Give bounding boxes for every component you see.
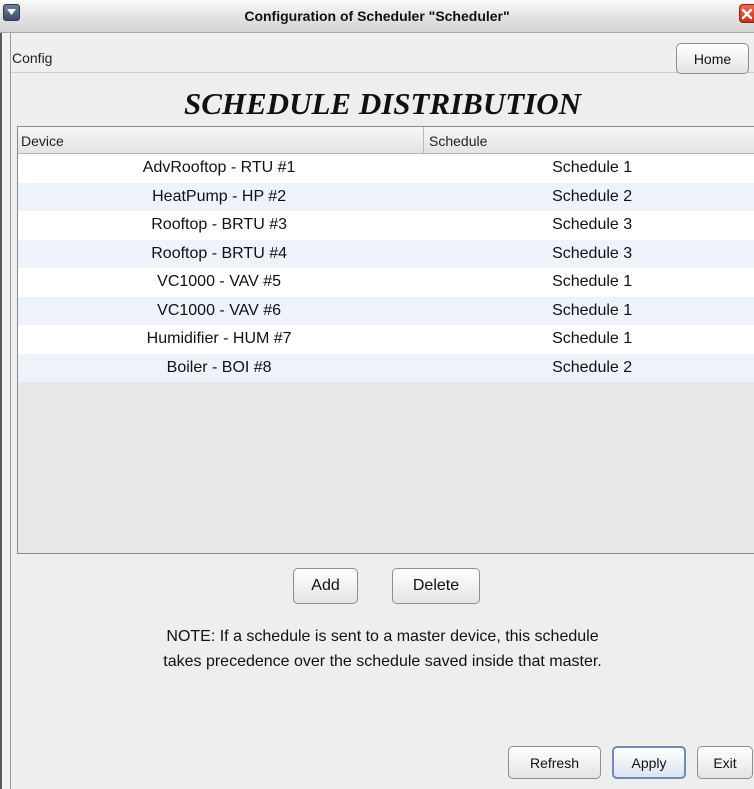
device-cell: VC1000 - VAV #5: [157, 273, 282, 291]
note-text: NOTE: If a schedule is sent to a master …: [11, 624, 754, 674]
window-left-edge: [0, 33, 2, 789]
window-titlebar: Configuration of Scheduler "Scheduler": [0, 0, 754, 33]
table-row[interactable]: Boiler - BOI #8 Schedule 2: [18, 353, 754, 382]
device-cell: HeatPump - HP #2: [152, 187, 287, 205]
refresh-button[interactable]: Refresh: [508, 746, 601, 779]
note-line-1: NOTE: If a schedule is sent to a master …: [166, 628, 599, 645]
note-line-2: takes precedence over the schedule saved…: [163, 653, 602, 670]
menu-config[interactable]: Config: [12, 50, 52, 66]
schedule-cell: Schedule 3: [552, 244, 633, 262]
schedule-cell: Schedule 2: [552, 187, 633, 205]
table-header: Device Schedule: [18, 127, 754, 154]
column-header-schedule[interactable]: Schedule: [429, 133, 487, 149]
table-row[interactable]: Rooftop - BRTU #4 Schedule 3: [18, 239, 754, 268]
delete-button[interactable]: Delete: [392, 568, 480, 604]
table-row[interactable]: VC1000 - VAV #5 Schedule 1: [18, 268, 754, 297]
schedule-cell: Schedule 3: [552, 216, 633, 234]
device-cell: AdvRooftop - RTU #1: [142, 159, 296, 177]
schedule-cell: Schedule 1: [552, 330, 633, 348]
apply-button[interactable]: Apply: [612, 746, 686, 779]
add-button[interactable]: Add: [293, 568, 358, 604]
device-cell: Humidifier - HUM #7: [146, 330, 292, 348]
page-title: SCHEDULE DISTRIBUTION: [183, 86, 582, 121]
device-cell: Boiler - BOI #8: [166, 358, 272, 376]
schedule-cell: Schedule 1: [552, 301, 633, 319]
device-cell: Rooftop - BRTU #4: [151, 244, 287, 262]
home-button[interactable]: Home: [676, 43, 749, 74]
device-cell: Rooftop - BRTU #3: [151, 216, 287, 234]
table-row[interactable]: AdvRooftop - RTU #1 Schedule 1: [18, 154, 754, 183]
column-header-device[interactable]: Device: [21, 133, 64, 149]
table-row[interactable]: VC1000 - VAV #6 Schedule 1: [18, 296, 754, 325]
schedule-cell: Schedule 1: [552, 159, 633, 177]
table-row[interactable]: Humidifier - HUM #7 Schedule 1: [18, 325, 754, 354]
table-body: AdvRooftop - RTU #1 Schedule 1 HeatPump …: [18, 154, 754, 382]
menubar: Config: [11, 33, 754, 73]
close-icon: [741, 8, 753, 20]
column-divider[interactable]: [423, 127, 424, 154]
table-row[interactable]: Rooftop - BRTU #3 Schedule 3: [18, 211, 754, 240]
window-title: Configuration of Scheduler "Scheduler": [244, 8, 510, 24]
schedule-table: Device Schedule AdvRooftop - RTU #1 Sche…: [17, 126, 754, 554]
schedule-cell: Schedule 2: [552, 358, 633, 376]
window-close-button[interactable]: [739, 4, 754, 23]
exit-button[interactable]: Exit: [697, 746, 753, 779]
device-cell: VC1000 - VAV #6: [157, 301, 282, 319]
schedule-cell: Schedule 1: [552, 273, 633, 291]
table-row[interactable]: HeatPump - HP #2 Schedule 2: [18, 182, 754, 211]
